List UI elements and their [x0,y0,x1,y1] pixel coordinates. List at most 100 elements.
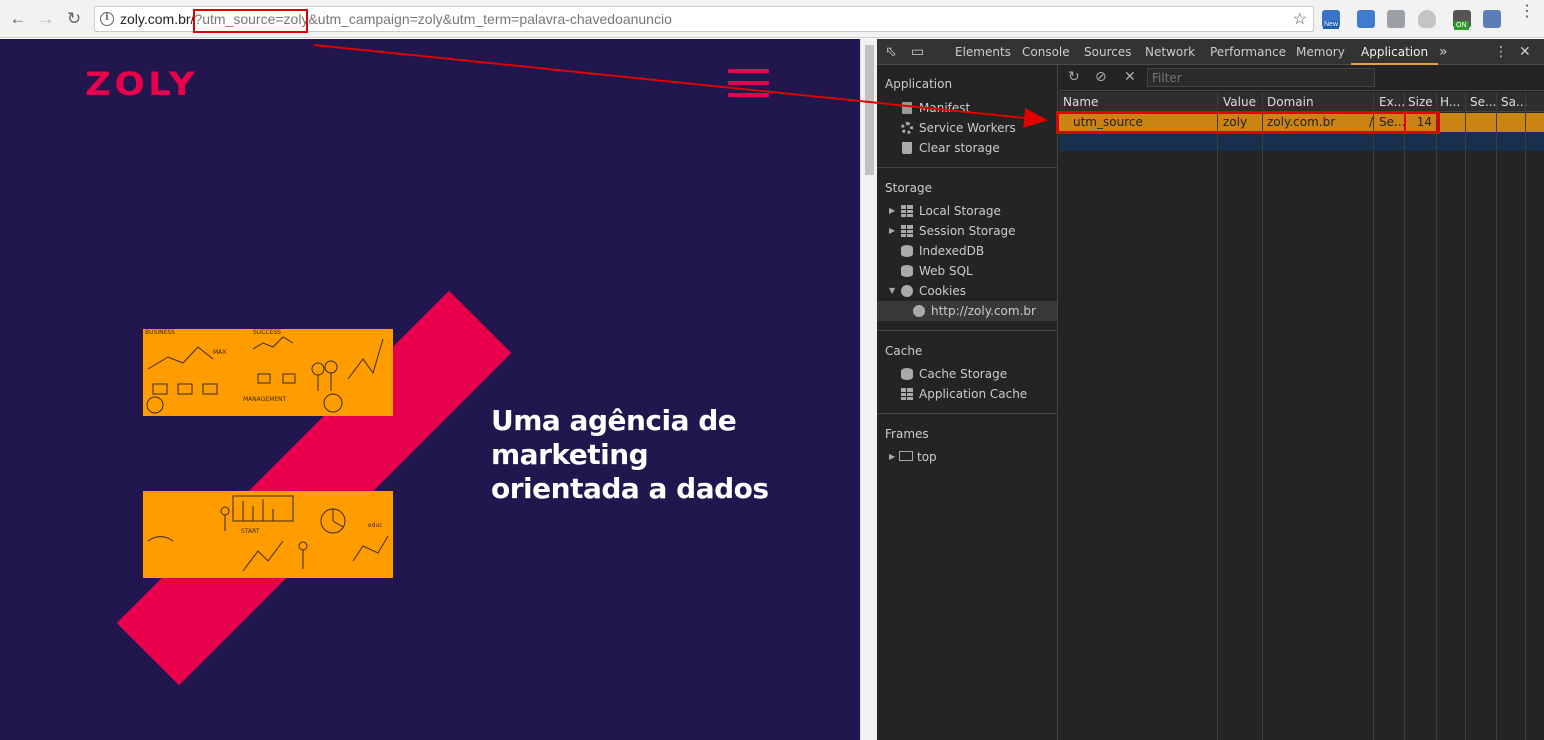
on-badge: ON [1454,21,1469,30]
site-logo[interactable]: ZOLY [85,65,198,103]
cookie-icon [913,305,925,317]
tab-sources[interactable]: Sources [1084,39,1131,65]
sidebar-item-clear-storage[interactable]: Clear storage [877,138,1057,158]
url-annotation-box [193,9,308,33]
cookies-panel: ↻ ⊘ ✕ Name Value Domain Ex... Size H... … [1059,65,1544,740]
sidebar-item-label: Web SQL [919,264,973,278]
collapse-arrow-icon[interactable]: ▼ [889,281,895,301]
hamburger-menu-icon[interactable] [728,69,769,99]
column-divider [1217,92,1218,740]
column-header-httponly[interactable]: H... [1440,92,1466,112]
tab-application[interactable]: Application [1351,39,1439,65]
tab-console[interactable]: Console [1022,39,1070,65]
application-sidebar: Application Manifest Service Workers Cle… [877,65,1058,740]
hero-headline: Uma agência de marketing orientada a dad… [491,404,769,506]
sidebar-item-service-workers[interactable]: Service Workers [877,118,1057,138]
svg-text:BUSINESS: BUSINESS [145,329,175,336]
section-storage: Storage [885,181,932,195]
sidebar-item-label: Clear storage [919,141,1000,155]
column-header-expires[interactable]: Ex... [1379,92,1405,112]
size-cell-annotation-box [1404,111,1440,134]
shield-extension-icon[interactable] [1418,10,1436,28]
sidebar-item-local-storage[interactable]: ▶ Local Storage [877,201,1057,221]
svg-text:START: START [241,528,260,535]
expand-arrow-icon[interactable]: ▶ [889,221,895,241]
code-extension-icon[interactable] [1483,10,1501,28]
delete-selected-icon[interactable]: ✕ [1124,69,1136,85]
sidebar-item-label: http://zoly.com.br [931,304,1036,318]
column-divider [1496,92,1497,740]
refresh-icon[interactable]: ↻ [1068,69,1080,85]
planning-sketch-image: START educ [143,491,393,578]
column-header-domain[interactable]: Domain [1267,92,1367,112]
tab-elements[interactable]: Elements [955,39,1011,65]
tab-network[interactable]: Network [1145,39,1195,65]
info-icon[interactable]: i [100,12,114,26]
kebab-menu-icon[interactable]: ⋮ [1519,4,1535,20]
svg-text:SUCCESS: SUCCESS [253,329,281,336]
page-scrollbar[interactable] [860,39,877,740]
back-arrow-icon[interactable]: ← [8,9,28,29]
tab-memory[interactable]: Memory [1296,39,1345,65]
column-header-size[interactable]: Size [1408,92,1436,112]
expand-arrow-icon[interactable]: ▶ [889,201,895,221]
svg-text:MANAGEMENT: MANAGEMENT [243,396,287,403]
devtools-tab-bar: ⬁ ▭ Elements Console Sources Network Per… [877,39,1544,65]
sidebar-item-cookies[interactable]: ▼ Cookies [877,281,1057,301]
tab-performance[interactable]: Performance [1210,39,1286,65]
page-scrollbar-thumb[interactable] [865,45,874,175]
database-icon [901,245,913,257]
grid-icon [901,388,913,400]
bookmark-star-icon[interactable]: ☆ [1293,9,1307,29]
bitwarden-extension-icon[interactable] [1357,10,1375,28]
sidebar-item-label: IndexedDB [919,244,985,258]
cookie-row-annotation-box [1056,111,1440,134]
inspect-element-icon[interactable]: ⬁ [885,39,897,65]
svg-text:educ: educ [368,522,383,529]
forward-arrow-icon[interactable]: → [36,9,56,29]
section-cache: Cache [885,344,923,358]
sidebar-item-frame-top[interactable]: ▶ top [877,447,1057,467]
url-host: zoly.com.br/ [120,11,195,27]
grid-icon [901,205,913,217]
sidebar-item-indexeddb[interactable]: IndexedDB [877,241,1057,261]
column-divider [1436,92,1437,740]
sidebar-item-label: top [917,450,937,464]
new-badge-extension-icon[interactable]: New [1322,10,1340,29]
cookie-icon [901,285,913,297]
expand-arrow-icon[interactable]: ▶ [889,447,895,467]
close-devtools-icon[interactable]: ✕ [1519,39,1531,65]
devtools-panel: ⬁ ▭ Elements Console Sources Network Per… [877,39,1544,740]
devtools-menu-icon[interactable]: ⋮ [1494,39,1508,65]
sidebar-item-cookie-origin[interactable]: http://zoly.com.br [877,301,1057,321]
column-header-name[interactable]: Name [1063,92,1213,112]
headline-line-2: marketing [491,438,649,471]
clear-all-icon[interactable]: ⊘ [1095,69,1107,85]
database-icon [901,265,913,277]
business-sketch-image: BUSINESS SUCCESS MANAGEMENT MAX [143,329,393,416]
gear-icon [901,122,913,134]
more-tabs-icon[interactable]: » [1439,39,1448,65]
sidebar-item-manifest[interactable]: Manifest [877,98,1057,118]
sidebar-item-label: Cookies [919,284,966,298]
column-divider [1262,92,1263,740]
sidebar-item-label: Manifest [919,101,971,115]
device-toolbar-icon[interactable]: ▭ [911,39,924,65]
section-application: Application [885,77,953,91]
sidebar-item-session-storage[interactable]: ▶ Session Storage [877,221,1057,241]
column-header-secure[interactable]: Se... [1470,92,1498,112]
pin-extension-icon[interactable] [1387,10,1405,28]
sidebar-item-label: Cache Storage [919,367,1008,381]
new-badge: New [1323,21,1340,29]
table-row-empty[interactable] [1059,132,1544,151]
grid-icon [901,225,913,237]
filter-input[interactable] [1147,68,1375,87]
reload-icon[interactable]: ↻ [64,9,84,29]
lock-on-extension-icon[interactable]: ON [1453,10,1471,30]
sidebar-item-web-sql[interactable]: Web SQL [877,261,1057,281]
sidebar-item-cache-storage[interactable]: Cache Storage [877,364,1057,384]
svg-text:MAX: MAX [213,349,226,356]
column-header-value[interactable]: Value [1223,92,1263,112]
sidebar-item-application-cache[interactable]: Application Cache [877,384,1057,404]
web-page: ZOLY BUSINESS SUCCESS MANAGEMENT MAX STA… [0,39,860,740]
